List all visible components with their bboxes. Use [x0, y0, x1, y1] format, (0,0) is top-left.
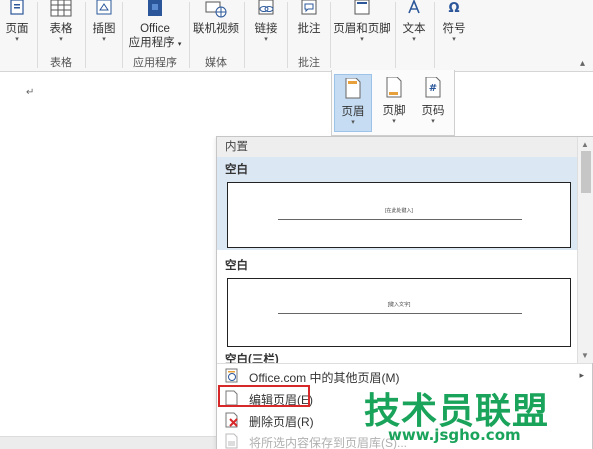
table-icon [50, 0, 72, 17]
save-to-gallery-icon [225, 433, 238, 449]
office-apps-button[interactable]: Office 应用程序 ▾ [125, 0, 185, 52]
ribbon-divider [122, 2, 123, 68]
template-placeholder: [键入文字] [387, 302, 411, 308]
online-video-label: 联机视频 [193, 23, 239, 35]
group-label-apps: 应用程序 [133, 57, 177, 69]
links-label: 链接 [254, 23, 278, 35]
collapse-ribbon-icon[interactable]: ▴ [580, 58, 585, 69]
submenu-arrow-icon: ▸ [579, 370, 584, 380]
header-icon [345, 77, 361, 99]
page-number-symbol: # [429, 83, 437, 94]
chevron-down-icon: ▾ [102, 36, 106, 43]
text-label: 文本 [402, 23, 426, 35]
store-icon [148, 0, 162, 16]
template-name: 空白(三栏) [225, 354, 279, 363]
office-apps-label-text: 应用程序 [128, 37, 175, 49]
office-online-icon [225, 368, 238, 383]
header-button[interactable]: 页眉 ▾ [334, 74, 372, 132]
symbols-label: 符号 [442, 23, 466, 35]
template-preview: [在此处键入] [227, 182, 571, 248]
ribbon-divider [189, 2, 190, 68]
page-label: 页面 [5, 23, 29, 35]
group-label-comments: 批注 [298, 57, 320, 69]
shapes-icon [96, 0, 112, 15]
office-apps-label-line2: 应用程序 ▾ [125, 36, 185, 52]
table-label: 表格 [49, 23, 73, 35]
header-rule-line [278, 219, 522, 220]
comment-button[interactable]: 批注 [291, 0, 327, 52]
online-video-icon [205, 1, 227, 18]
section-heading-builtin: 内置 [217, 137, 577, 157]
watermark-url: www.jsgho.com [388, 426, 521, 444]
illustrations-button[interactable]: 插图 ▾ [89, 0, 119, 52]
chevron-down-icon: ▾ [351, 119, 355, 126]
office-apps-label-line1: Office [140, 23, 170, 35]
footer-label: 页脚 [382, 105, 406, 117]
table-button[interactable]: 表格 ▾ [41, 0, 81, 52]
menu-item-label: 删除页眉(R) [249, 415, 314, 429]
group-label-tables: 表格 [50, 57, 72, 69]
template-placeholder: [在此处键入] [385, 208, 413, 214]
ribbon-divider [395, 2, 396, 68]
text-button[interactable]: 文本 ▾ [398, 0, 430, 52]
chevron-down-icon: ▾ [412, 36, 416, 43]
scroll-down-icon[interactable]: ▼ [581, 351, 589, 360]
page-button[interactable]: 页面 ▾ [0, 0, 34, 52]
symbols-button[interactable]: Ω 符号 ▾ [438, 0, 470, 52]
menu-item-label: 将所选内容保存到页眉库(S)... [249, 436, 407, 449]
ribbon-divider [434, 2, 435, 68]
header-template-blank[interactable]: 空白 [在此处键入] [217, 157, 577, 250]
template-name: 空白 [225, 260, 248, 272]
group-label-media: 媒体 [205, 57, 227, 69]
page-number-button[interactable]: # 页码 ▾ [414, 74, 452, 132]
chevron-down-icon: ▾ [59, 36, 63, 43]
chevron-down-icon: ▾ [392, 118, 396, 125]
ribbon-divider [85, 2, 86, 68]
remove-header-icon [225, 412, 238, 428]
header-footer-label: 页眉和页脚 [333, 23, 391, 35]
text-box-icon [408, 0, 420, 14]
illustrations-label: 插图 [92, 23, 116, 35]
header-label: 页眉 [341, 106, 365, 118]
scroll-thumb[interactable] [581, 151, 591, 193]
ribbon-divider [287, 2, 288, 68]
ribbon-divider [244, 2, 245, 68]
online-video-button[interactable]: 联机视频 [192, 0, 240, 52]
header-footer-gallery: 页眉 ▾ 页脚 ▾ # 页码 ▾ [331, 70, 455, 136]
ribbon: 页面 ▾ 表格 ▾ 表格 插图 ▾ Office 应用程序 ▾ 应用程序 联机视… [0, 0, 593, 72]
page-number-icon: # [425, 76, 441, 98]
comment-label: 批注 [297, 23, 321, 35]
chevron-down-icon: ▾ [360, 36, 364, 43]
ribbon-divider [330, 2, 331, 68]
chevron-down-icon: ▾ [264, 36, 268, 43]
page-icon [10, 0, 24, 15]
chevron-down-icon: ▾ [431, 118, 435, 125]
scroll-up-icon[interactable]: ▲ [581, 140, 589, 149]
ribbon-divider [37, 2, 38, 68]
header-template-three-column[interactable]: 空白(三栏) [217, 349, 577, 363]
gallery-scrollbar[interactable]: ▲ ▼ [577, 137, 593, 363]
footer-button[interactable]: 页脚 ▾ [375, 74, 413, 132]
svg-text:Ω: Ω [448, 1, 459, 16]
comment-icon [301, 0, 317, 15]
links-button[interactable]: 链接 ▾ [248, 0, 284, 52]
header-footer-icon [354, 0, 370, 15]
page-number-label: 页码 [421, 105, 445, 117]
template-name: 空白 [225, 164, 248, 176]
omega-icon: Ω [448, 1, 459, 16]
link-icon [258, 0, 274, 15]
chevron-down-icon: ▾ [452, 36, 456, 43]
footer-icon [386, 76, 402, 98]
chevron-down-icon: ▾ [15, 36, 19, 43]
chevron-down-icon: ▾ [177, 41, 182, 48]
header-template-blank-2[interactable]: 空白 [键入文字] [217, 253, 577, 347]
header-footer-button[interactable]: 页眉和页脚 ▾ [332, 0, 392, 52]
template-preview: [键入文字] [227, 278, 571, 347]
paragraph-mark: ↵ [26, 87, 35, 98]
highlight-box [218, 385, 310, 407]
header-rule-line [278, 313, 522, 314]
